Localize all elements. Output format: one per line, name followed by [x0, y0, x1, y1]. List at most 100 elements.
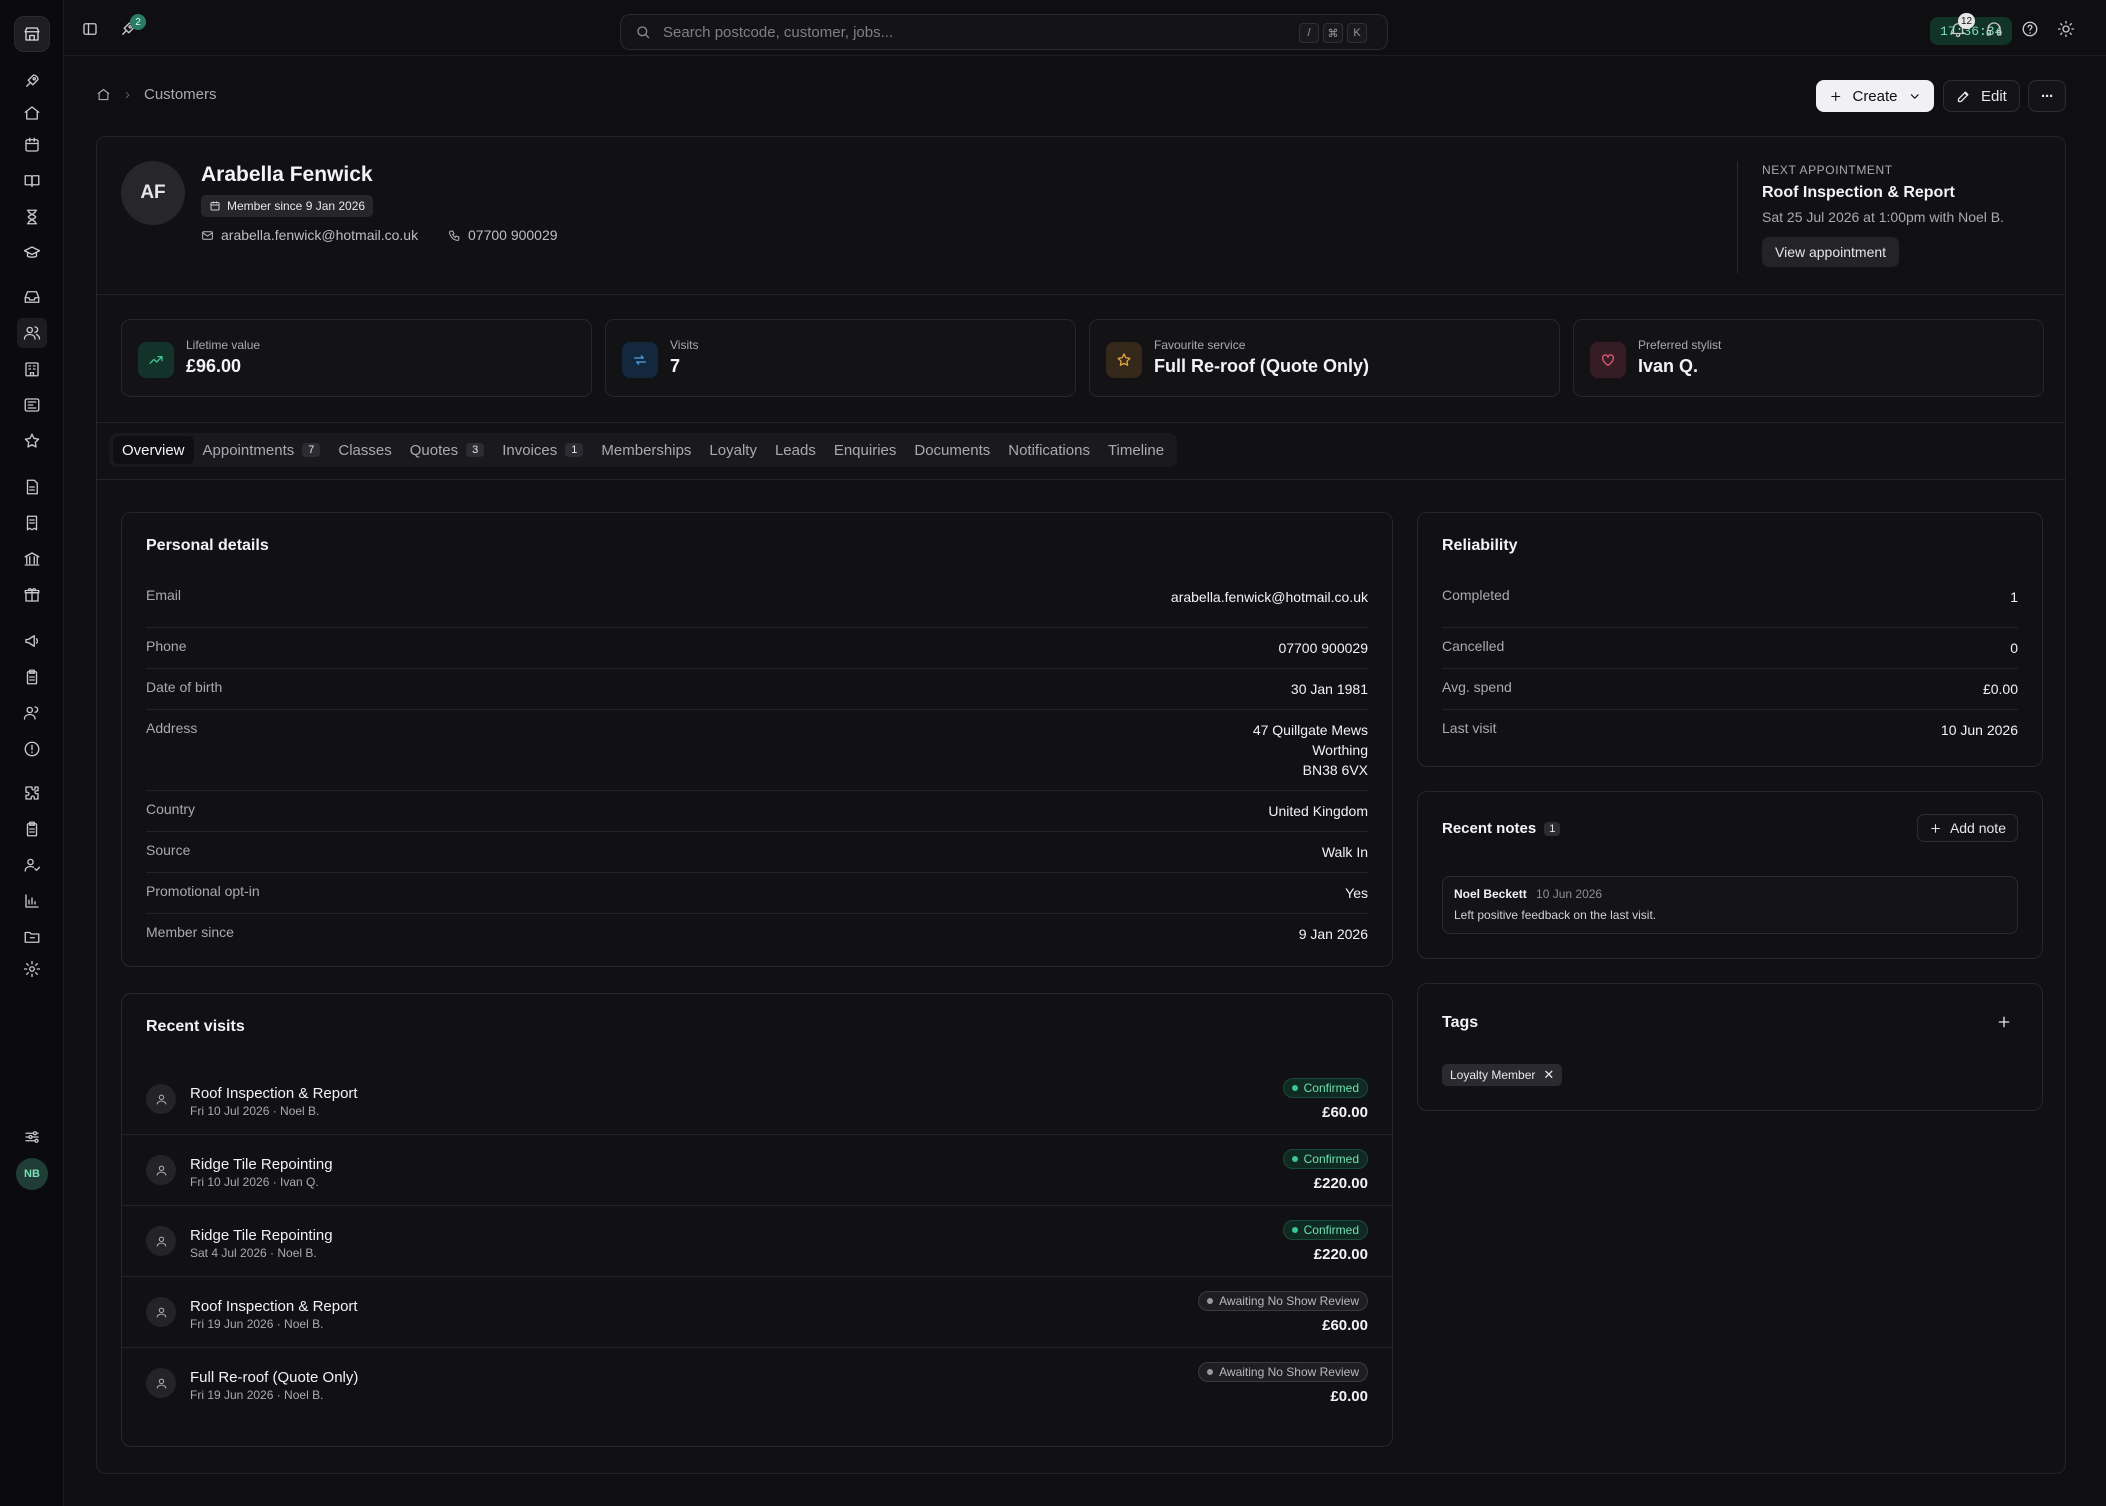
create-button[interactable]: Create [1816, 80, 1934, 112]
sliders-icon[interactable] [21, 1126, 43, 1148]
detail-value: 9 Jan 2026 [1298, 926, 1368, 942]
note-card[interactable]: Noel Beckett 10 Jun 2026 Left positive f… [1442, 876, 2018, 934]
status-badge: Confirmed [1282, 1078, 1368, 1098]
visit-row[interactable]: Ridge Tile Repointing Sat 4 Jul 2026 · N… [122, 1206, 1392, 1277]
tab-label: Timeline [1107, 441, 1165, 459]
view-appointment-button[interactable]: View appointment [1762, 237, 1900, 267]
visit-price: £60.00 [1322, 1317, 1368, 1334]
team-icon[interactable] [21, 702, 43, 724]
star-icon[interactable] [21, 430, 43, 452]
plus-icon [1998, 1016, 2010, 1028]
building-icon[interactable] [21, 358, 43, 380]
customer-phone[interactable]: 07700 900029 [448, 227, 558, 243]
tab-documents[interactable]: Documents [905, 436, 999, 464]
detail-row-source: Source Walk In [146, 832, 1368, 873]
receipt-icon[interactable] [21, 512, 43, 534]
tab-memberships[interactable]: Memberships [592, 436, 700, 464]
member-since-text: Member since 9 Jan 2026 [227, 199, 366, 213]
visit-row[interactable]: Ridge Tile Repointing Fri 10 Jul 2026 · … [122, 1135, 1392, 1206]
clipboard-list-icon[interactable] [21, 818, 43, 840]
calendar-icon[interactable] [21, 134, 43, 156]
more-button[interactable]: ··· [2028, 80, 2066, 112]
app-logo[interactable] [14, 16, 50, 52]
visit-subtitle: Fri 19 Jun 2026 · Noel B. [190, 1317, 324, 1331]
tab-label: Leads [774, 441, 816, 459]
next-appointment-when: Sat 25 Jul 2026 at 1:00pm with Noel B. [1762, 209, 2005, 225]
tab-label: Invoices [502, 441, 558, 459]
tab-invoices[interactable]: Invoices 1 [493, 436, 592, 464]
add-tag-button[interactable] [1996, 1014, 2012, 1030]
breadcrumb-current[interactable]: Customers [144, 86, 217, 103]
detail-value: arabella.fenwick@hotmail.co.uk [1170, 589, 1368, 605]
customers-icon[interactable] [17, 318, 47, 348]
detail-row-opt-in: Promotional opt-in Yes [146, 873, 1368, 914]
user-icon [146, 1155, 176, 1185]
megaphone-icon[interactable] [21, 630, 43, 652]
reliability-panel: Reliability Completed 1 Cancelled 0 Avg. s… [1417, 512, 2043, 767]
status-badge: Confirmed [1282, 1149, 1368, 1169]
visit-row[interactable]: Roof Inspection & Report Fri 19 Jun 2026… [122, 1277, 1392, 1348]
sidebar-toggle-icon[interactable] [80, 19, 100, 39]
reliability-row-avg-spend: Avg. spend £0.00 [1442, 669, 2018, 710]
detail-key: Member since [146, 924, 234, 940]
search-bar[interactable]: / ⌘ K [620, 14, 1388, 50]
home-icon[interactable] [96, 87, 111, 102]
newspaper-icon[interactable] [21, 394, 43, 416]
tab-leads[interactable]: Leads [766, 436, 825, 464]
settings-icon[interactable] [21, 958, 43, 980]
book-icon[interactable] [21, 170, 43, 192]
clipboard-icon[interactable] [21, 666, 43, 688]
star-icon [1106, 342, 1142, 378]
note-date: 10 Jun 2026 [1536, 887, 1603, 901]
graduation-cap-icon[interactable] [21, 242, 43, 264]
tab-timeline[interactable]: Timeline [1099, 436, 1173, 464]
home-icon[interactable] [21, 102, 43, 124]
tab-overview[interactable]: Overview [113, 436, 194, 464]
plus-icon [1831, 91, 1841, 101]
rocket-icon[interactable] [21, 70, 43, 92]
next-appointment-title: Roof Inspection & Report [1762, 184, 1955, 201]
user-avatar[interactable]: NB [16, 1158, 48, 1190]
folder-icon[interactable] [21, 926, 43, 948]
hourglass-icon[interactable] [21, 206, 43, 228]
detail-key: Last visit [1442, 720, 1497, 736]
inbox-icon[interactable] [21, 286, 43, 308]
tab-classes[interactable]: Classes [329, 436, 400, 464]
visit-row[interactable]: Roof Inspection & Report Fri 10 Jul 2026… [122, 1064, 1392, 1135]
alert-circle-icon[interactable] [21, 738, 43, 760]
tab-label: Overview [122, 441, 185, 459]
kbd-slash: / [1299, 23, 1319, 43]
bar-chart-icon[interactable] [21, 890, 43, 912]
notification-count: 12 [1958, 13, 1976, 29]
headset-icon[interactable] [1984, 19, 2004, 39]
visit-row[interactable]: Full Re-roof (Quote Only) Fri 19 Jun 202… [122, 1348, 1392, 1419]
help-icon[interactable] [2020, 19, 2040, 39]
phone-text: 07700 900029 [468, 227, 558, 243]
tab-notifications[interactable]: Notifications [999, 436, 1099, 464]
search-input[interactable] [663, 23, 1263, 41]
gift-icon[interactable] [21, 584, 43, 606]
theme-sun-icon[interactable] [2056, 19, 2076, 39]
detail-row-member-since: Member since 9 Jan 2026 [146, 914, 1368, 955]
top-bar: 2 / ⌘ K 17:36:34 12 [64, 0, 2106, 56]
tags-panel: Tags Loyalty Member ✕ [1417, 983, 2043, 1111]
tab-list: Overview Appointments 7 Classes Quotes 3 I… [109, 433, 1178, 467]
remove-tag-icon[interactable]: ✕ [1543, 1067, 1554, 1083]
tab-loyalty[interactable]: Loyalty [700, 436, 766, 464]
file-text-icon[interactable] [21, 476, 43, 498]
detail-key: Date of birth [146, 679, 223, 695]
add-note-button[interactable]: Add note [1916, 814, 2018, 842]
bank-icon[interactable] [21, 548, 43, 570]
puzzle-icon[interactable] [21, 782, 43, 804]
user-check-icon[interactable] [21, 854, 43, 876]
stat-value: Full Re-roof (Quote Only) [1154, 356, 1369, 376]
customer-email[interactable]: arabella.fenwick@hotmail.co.uk [201, 227, 418, 243]
tab-enquiries[interactable]: Enquiries [825, 436, 906, 464]
next-appointment: NEXT APPOINTMENT Roof Inspection & Repor… [1737, 161, 2047, 273]
visit-subtitle: Fri 10 Jul 2026 · Ivan Q. [190, 1175, 319, 1189]
visit-subtitle: Fri 10 Jul 2026 · Noel B. [190, 1104, 320, 1118]
tab-quotes[interactable]: Quotes 3 [401, 436, 494, 464]
edit-button[interactable]: Edit [1943, 80, 2020, 112]
visit-price: £220.00 [1313, 1246, 1368, 1263]
tab-appointments[interactable]: Appointments 7 [194, 436, 330, 464]
